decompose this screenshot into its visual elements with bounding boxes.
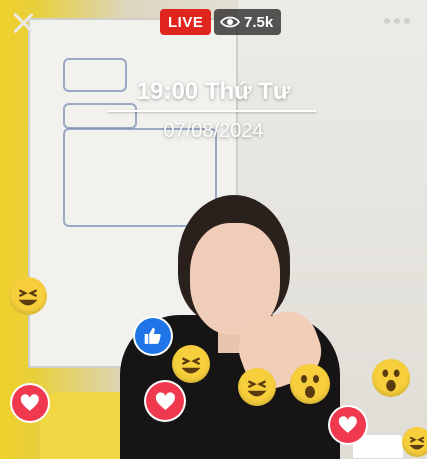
live-label: LIVE (168, 13, 204, 31)
eye-icon (220, 16, 240, 28)
time-overlay: 19:00 Thứ Tư (136, 78, 291, 105)
laugh-emoji-icon (238, 368, 276, 406)
heart-icon (146, 382, 184, 420)
laugh-emoji-icon (402, 427, 427, 457)
live-video-background (0, 0, 427, 459)
heart-icon (12, 385, 48, 421)
viewer-count: 7.5k (244, 13, 274, 31)
more-options-button[interactable] (384, 14, 410, 28)
laugh-emoji-icon (172, 345, 210, 383)
laugh-emoji-icon (9, 277, 47, 315)
heart-icon (330, 407, 366, 443)
time-divider (108, 110, 316, 112)
viewer-count-badge: 7.5k (214, 9, 282, 35)
close-button[interactable] (10, 10, 36, 36)
date-overlay: 07/08/2024 (163, 120, 264, 142)
wow-emoji-icon (290, 364, 330, 404)
wow-emoji-icon (372, 359, 410, 397)
live-badge: LIVE (160, 9, 212, 35)
more-options-icon (384, 18, 390, 24)
like-icon (135, 318, 171, 354)
